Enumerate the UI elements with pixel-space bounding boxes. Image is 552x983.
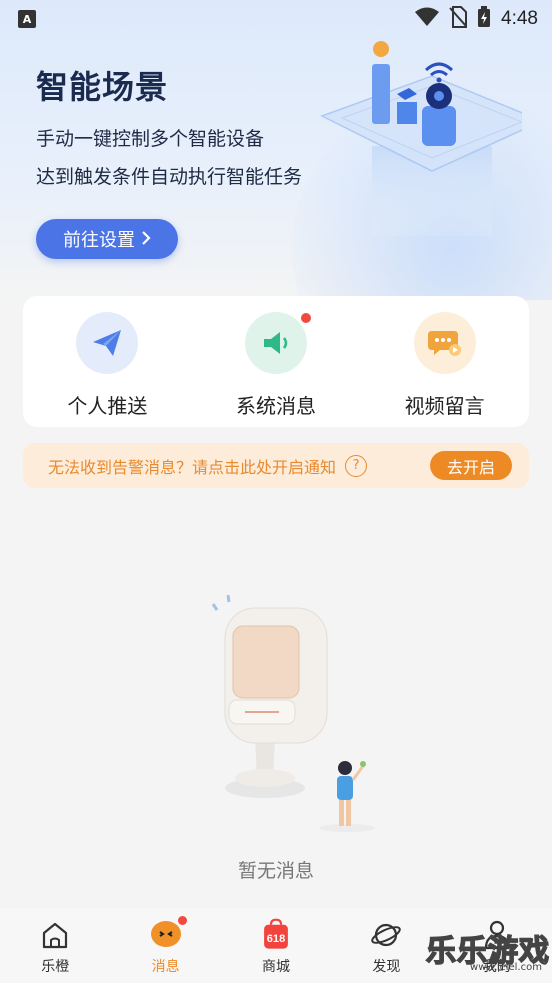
- enable-notifications-button[interactable]: 去开启: [430, 451, 512, 480]
- watermark-url: www.lelel.com: [470, 962, 542, 973]
- goto-settings-button[interactable]: 前往设置: [36, 219, 178, 259]
- tab-mall[interactable]: 618 商城: [221, 908, 331, 983]
- paper-plane-icon: [76, 312, 139, 374]
- status-time: 4:48: [501, 8, 538, 29]
- battery-charging-icon: [477, 6, 491, 32]
- help-icon[interactable]: ?: [345, 454, 368, 477]
- system-messages-badge: [301, 313, 311, 323]
- chevron-right-icon: [141, 229, 151, 250]
- quick-item-label: 个人推送: [67, 394, 148, 418]
- shopping-bag-618-icon: 618: [259, 918, 293, 952]
- tab-label: 消息: [151, 959, 180, 975]
- quick-item-personal-push[interactable]: 个人推送: [23, 296, 192, 427]
- wifi-icon: [415, 7, 440, 31]
- home-icon: [38, 918, 72, 952]
- tab-lecheng[interactable]: 乐橙: [0, 908, 110, 983]
- quick-item-label: 系统消息: [236, 394, 316, 418]
- quick-actions-card: 个人推送 系统消息 视频留言: [23, 296, 529, 427]
- messages-badge: [177, 916, 187, 925]
- mall-icon-text: 618: [267, 933, 285, 945]
- notice-text: 无法收到告警消息？请点击此处开启通知: [48, 457, 337, 477]
- status-bar: A 4:48: [0, 0, 552, 38]
- no-sim-icon: [449, 6, 468, 32]
- quick-item-label: 视频留言: [404, 394, 485, 418]
- speaker-icon: [245, 312, 311, 374]
- chat-bubble-icon: [413, 312, 476, 374]
- quick-item-video-message[interactable]: 视频留言: [360, 296, 529, 427]
- tab-messages[interactable]: 消息: [110, 908, 220, 983]
- hero-description-line-2: 达到触发条件自动执行智能任务: [36, 166, 303, 188]
- tab-label: 乐橙: [41, 959, 70, 975]
- empty-state-illustration: [195, 588, 395, 838]
- smart-scene-illustration: [302, 36, 544, 236]
- goto-settings-label: 前往设置: [63, 230, 135, 251]
- message-icon: [149, 916, 187, 952]
- app-notification-icon: A: [18, 10, 36, 28]
- hero-title: 智能场景: [36, 68, 169, 106]
- quick-item-system-messages[interactable]: 系统消息: [192, 296, 361, 427]
- hero-description-line-1: 手动一键控制多个智能设备: [36, 128, 265, 150]
- planet-icon: [369, 918, 403, 952]
- tab-label: 商城: [262, 959, 291, 975]
- empty-state-text: 暂无消息: [237, 860, 314, 882]
- tab-label: 发现: [372, 959, 401, 975]
- notification-permission-banner[interactable]: 无法收到告警消息？请点击此处开启通知 ? 去开启: [23, 443, 529, 488]
